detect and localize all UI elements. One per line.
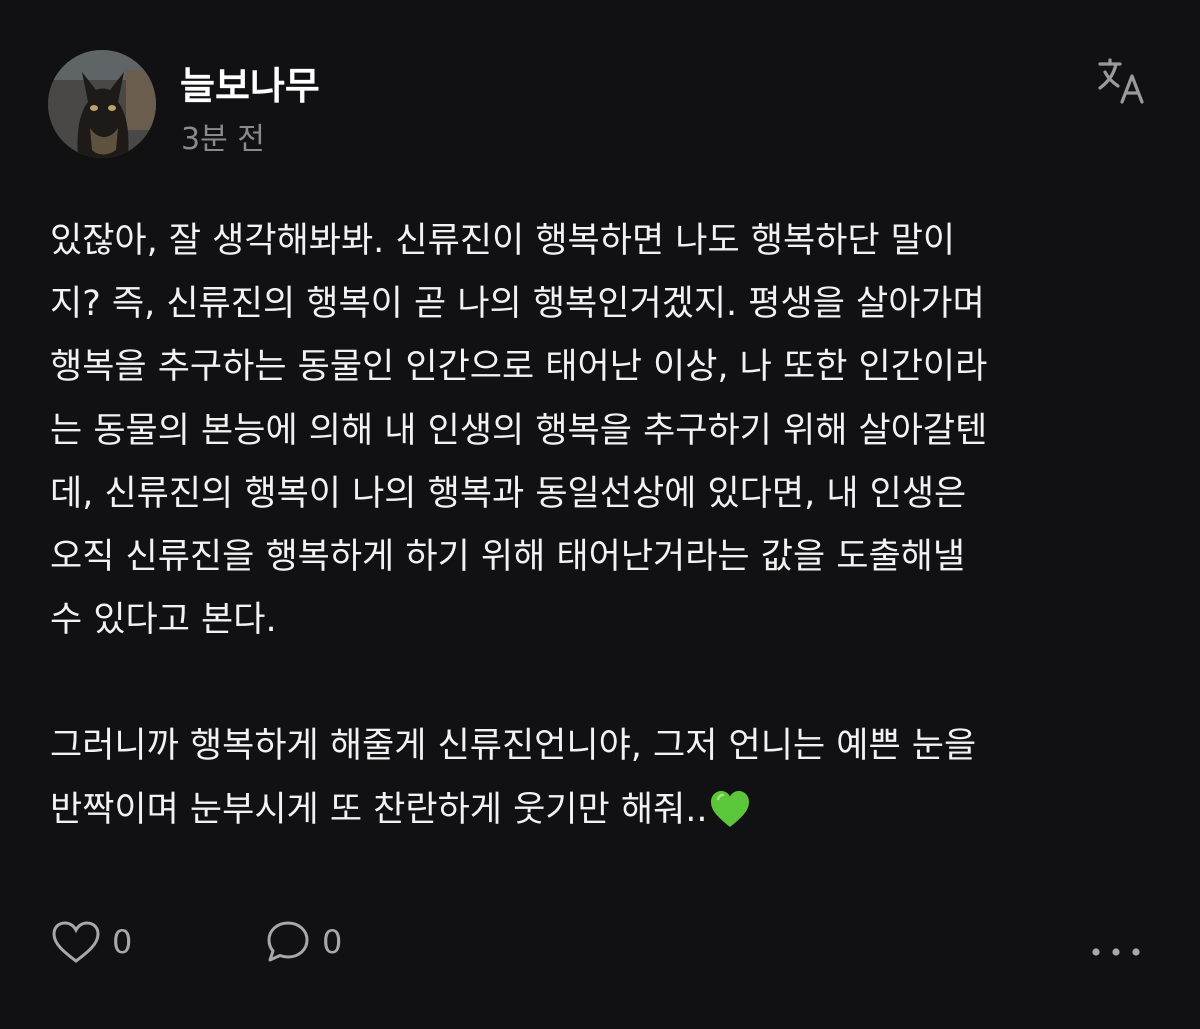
reply-count: 0	[322, 923, 343, 961]
post-body: 있잖아, 잘 생각해봐봐. 신류진이 행복하면 나도 행복하단 말이 지? 즉,…	[50, 210, 1160, 842]
post-timestamp: 3분 전	[181, 122, 265, 157]
heart-outline-icon	[52, 921, 100, 963]
author-name[interactable]: 늘보나무	[180, 60, 320, 112]
post-paragraph-text: 그러니까 행복하게 해줄게 신류진언니야, 그저 언니는 예쁜 눈을 반짝이며 …	[50, 726, 977, 830]
translate-icon[interactable]	[1096, 56, 1148, 108]
post-paragraph: 있잖아, 잘 생각해봐봐. 신류진이 행복하면 나도 행복하단 말이 지? 즉,…	[50, 221, 988, 641]
post-paragraph: 그러니까 행복하게 해줄게 신류진언니야, 그저 언니는 예쁜 눈을 반짝이며 …	[50, 715, 1160, 841]
avatar[interactable]	[48, 50, 156, 158]
more-horizontal-icon	[1092, 948, 1140, 956]
cat-avatar-image	[48, 50, 156, 158]
reply-button[interactable]: 0	[264, 912, 342, 972]
more-options-button[interactable]	[1090, 922, 1142, 982]
like-count: 0	[112, 923, 133, 961]
post-actions: 0 0	[50, 912, 1150, 972]
like-button[interactable]: 0	[50, 912, 132, 972]
speech-bubble-icon	[267, 921, 309, 962]
green-heart-emoji	[709, 787, 751, 827]
